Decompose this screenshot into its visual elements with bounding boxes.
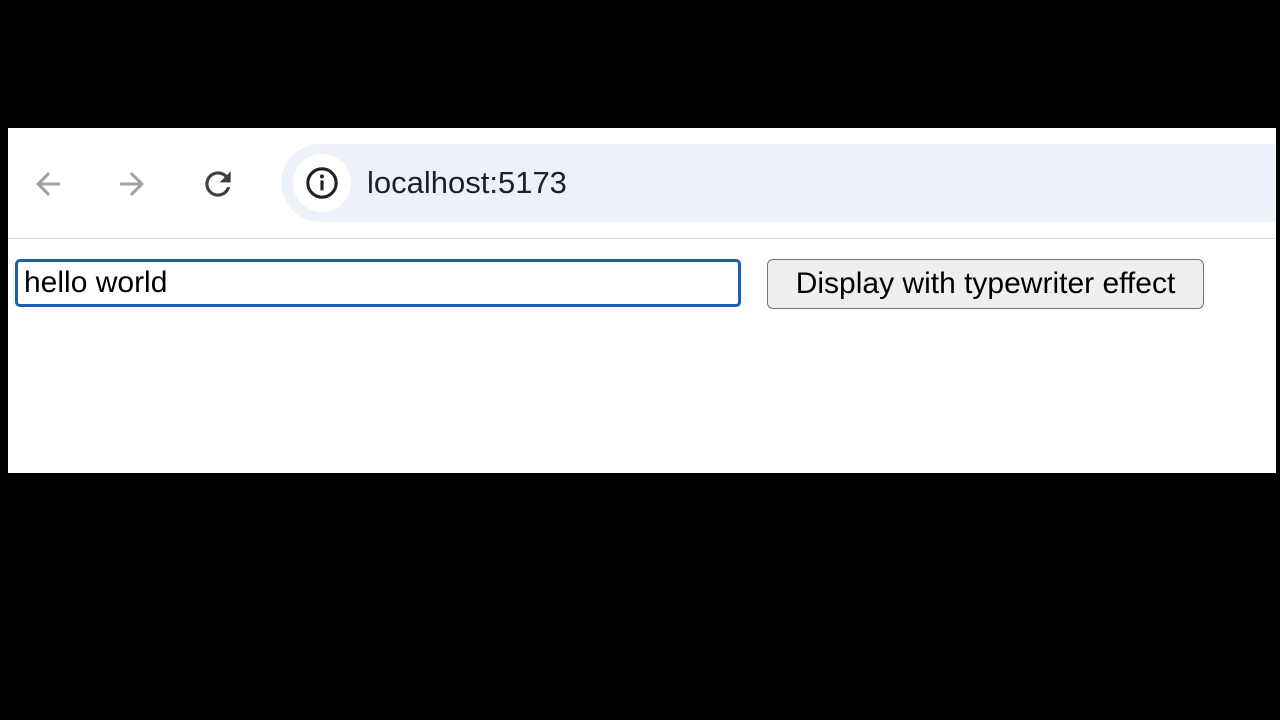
reload-icon <box>205 171 231 197</box>
page-content: Display with typewriter effect <box>8 239 1276 473</box>
reload-button[interactable] <box>196 162 240 206</box>
forward-button[interactable] <box>110 162 154 206</box>
url-text: localhost:5173 <box>367 165 567 200</box>
site-info-button[interactable] <box>293 154 351 212</box>
address-bar[interactable]: localhost:5173 <box>281 144 1276 222</box>
display-typewriter-button[interactable]: Display with typewriter effect <box>767 259 1204 309</box>
text-input[interactable] <box>15 259 741 307</box>
arrow-right-icon <box>120 172 144 196</box>
browser-toolbar: localhost:5173 <box>8 128 1276 239</box>
back-button[interactable] <box>26 162 70 206</box>
info-icon <box>306 167 338 199</box>
arrow-left-icon <box>36 172 60 196</box>
browser-window: localhost:5173 Display with typewriter e… <box>8 128 1276 473</box>
